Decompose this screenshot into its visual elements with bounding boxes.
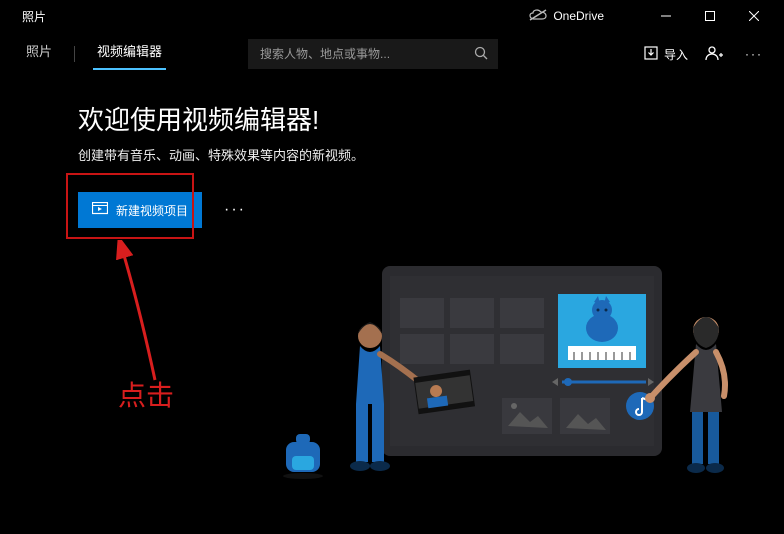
header-bar: 照片 视频编辑器 导入 [0,32,784,76]
welcome-subtitle: 创建带有音乐、动画、特殊效果等内容的新视频。 [78,145,784,164]
more-button[interactable]: ··· [740,40,768,68]
cloud-off-icon [529,9,547,24]
onedrive-label: OneDrive [553,9,604,23]
new-video-project-label: 新建视频项目 [116,202,188,219]
import-icon [644,46,658,63]
account-button[interactable] [700,40,728,68]
welcome-heading: 欢迎使用视频编辑器! [78,100,784,137]
import-label: 导入 [664,46,688,63]
video-project-icon [92,202,108,219]
more-icon: ··· [745,47,763,61]
annotation-label: 点击 [118,374,174,414]
welcome-illustration [272,266,742,506]
search-icon [474,46,488,63]
divider [74,46,75,62]
window-title: 照片 [22,8,46,25]
onedrive-status[interactable]: OneDrive [529,9,604,24]
new-video-project-button[interactable]: 新建视频项目 [78,192,202,228]
close-button[interactable] [732,1,776,31]
import-button[interactable]: 导入 [644,46,688,63]
more-options-button[interactable]: ··· [216,197,254,223]
maximize-button[interactable] [688,1,732,31]
search-box[interactable] [248,39,498,69]
person-add-icon [705,45,723,64]
search-input[interactable] [258,46,458,62]
main-content: 欢迎使用视频编辑器! 创建带有音乐、动画、特殊效果等内容的新视频。 新建视频项目… [0,76,784,228]
titlebar: 照片 OneDrive [0,0,784,32]
tab-photos[interactable]: 照片 [22,41,56,68]
annotation-arrow-icon [85,240,195,400]
tab-video-editor[interactable]: 视频编辑器 [93,41,166,68]
minimize-button[interactable] [644,1,688,31]
